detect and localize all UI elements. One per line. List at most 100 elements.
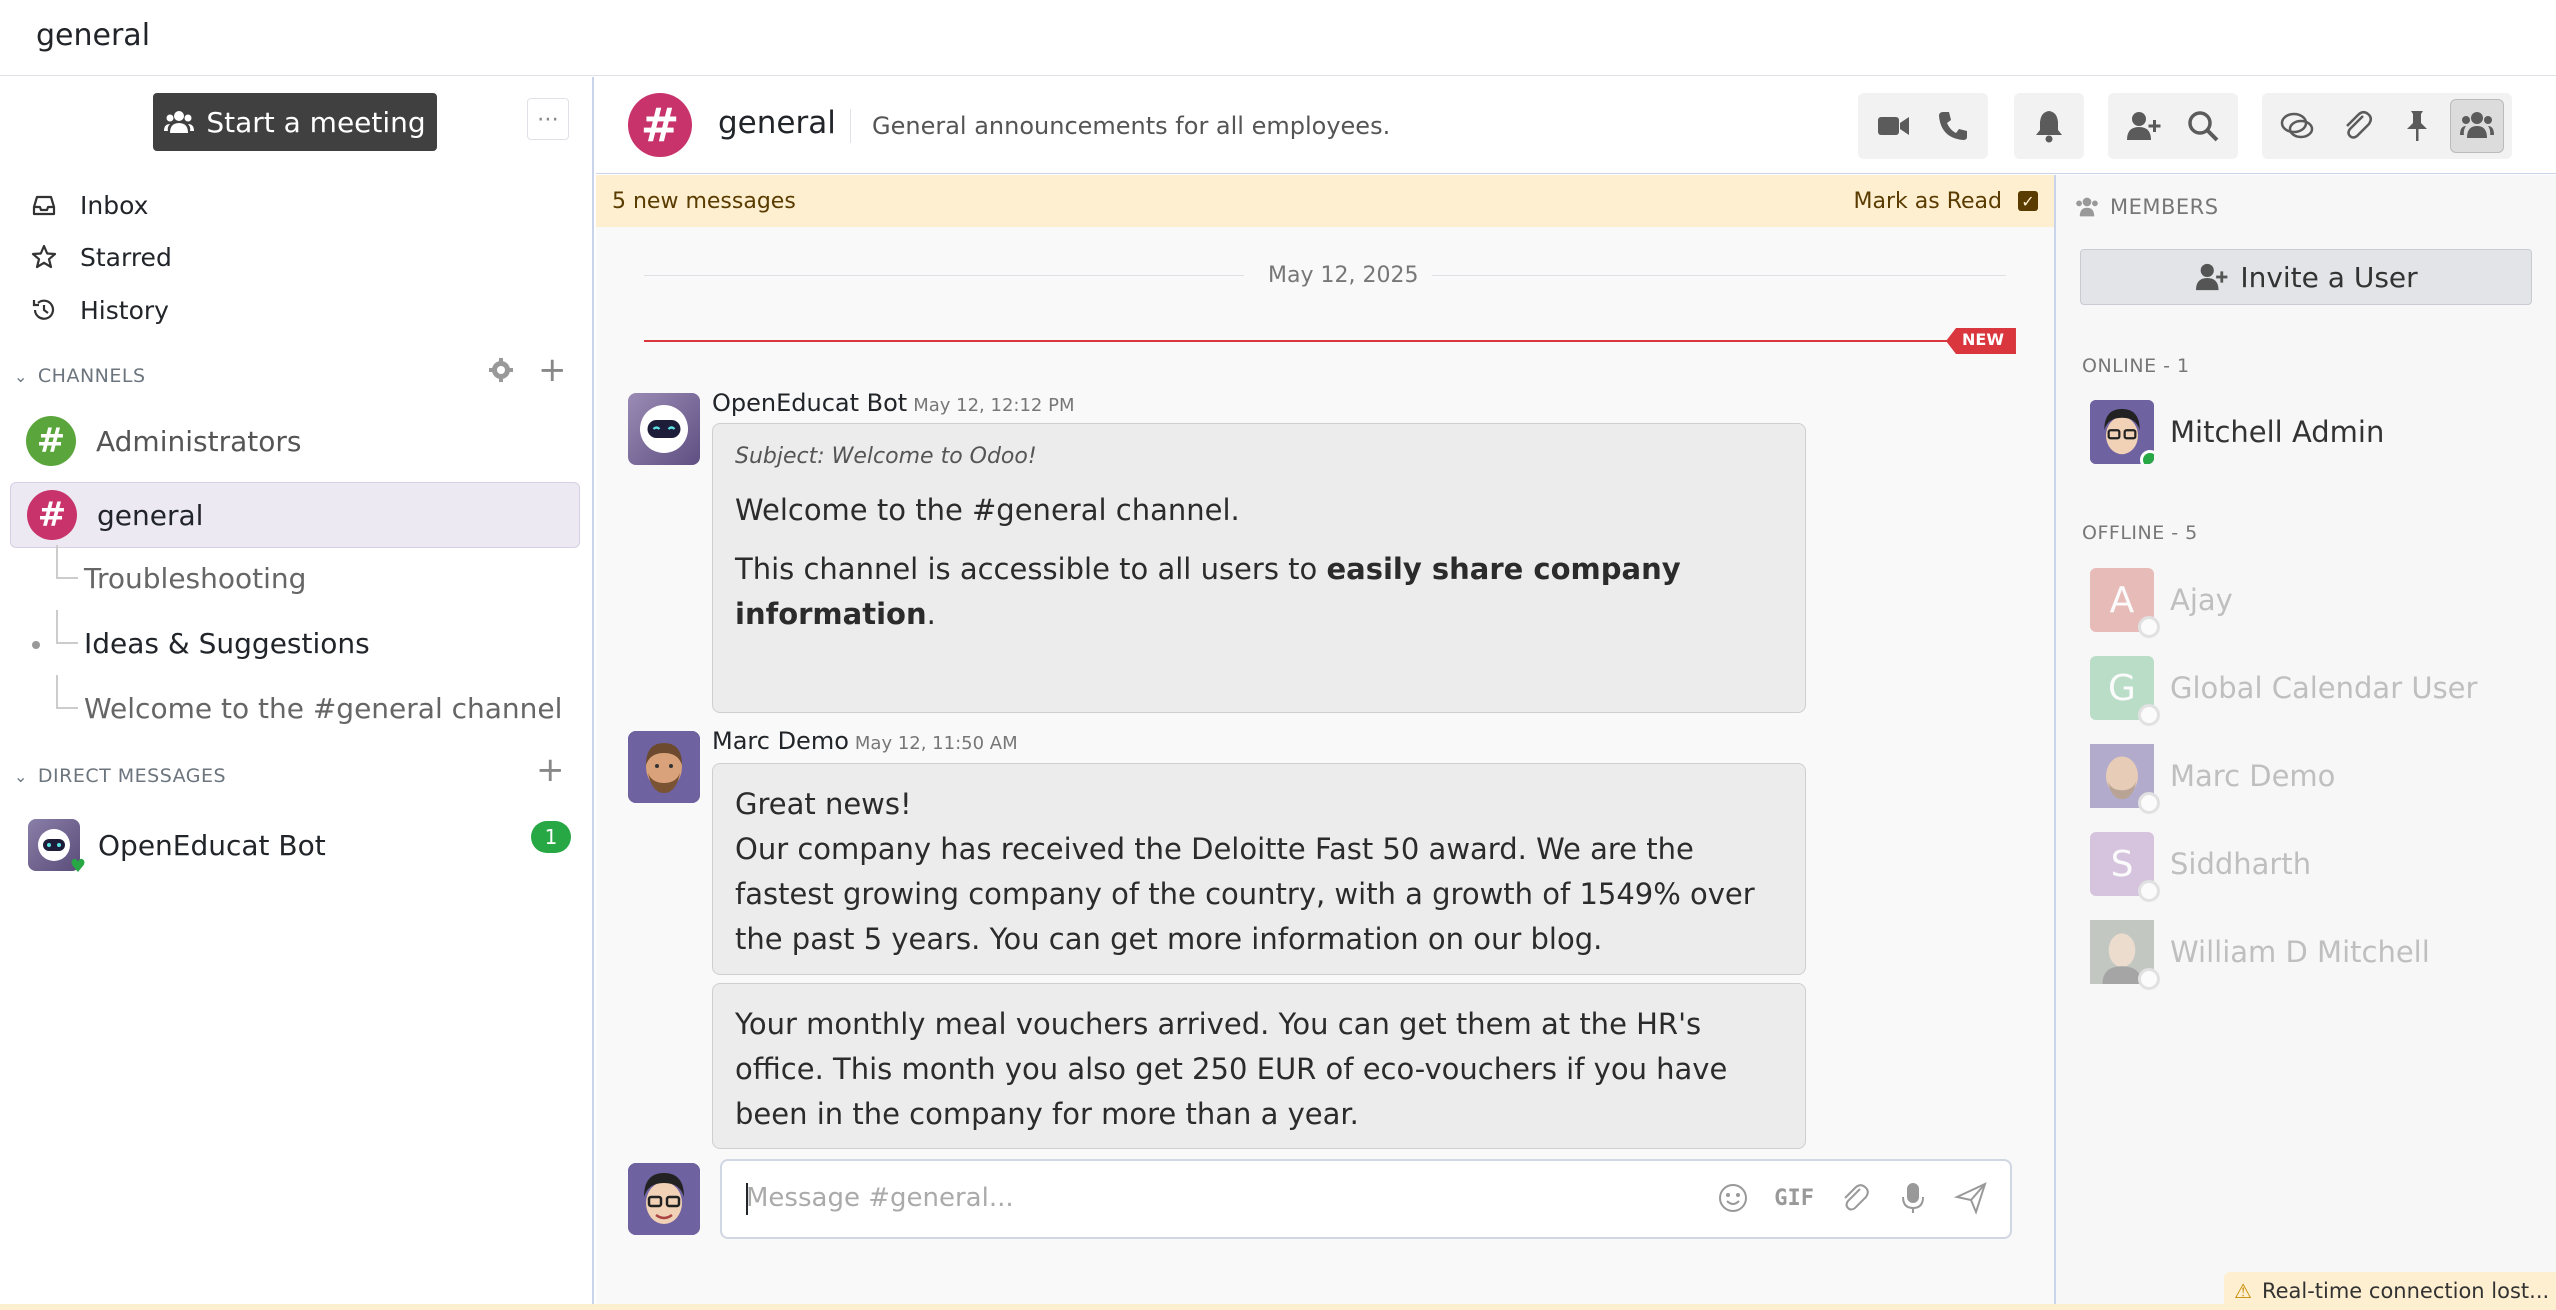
channels-section-toggle[interactable]: ⌄ CHANNELS — [14, 361, 146, 391]
message-bubble[interactable]: Great news! Our company has received the… — [712, 763, 1806, 975]
invite-user-button[interactable]: Invite a User — [2080, 249, 2532, 305]
subthread-welcome[interactable]: Welcome to the #general channel — [56, 675, 563, 733]
offline-status-icon — [2138, 968, 2160, 990]
search-messages-button[interactable] — [2176, 99, 2230, 153]
users-icon — [164, 111, 195, 133]
member-global-calendar-user[interactable]: G Global Calendar User — [2090, 655, 2478, 726]
member-marc-demo[interactable]: Marc Demo — [2090, 743, 2336, 814]
emoji-icon[interactable] — [1716, 1181, 1750, 1215]
view-toolbar — [2262, 93, 2512, 159]
author-name[interactable]: OpenEducat Bot — [712, 389, 907, 417]
video-call-button[interactable] — [1866, 99, 1920, 153]
dm-openeducat-bot[interactable]: ♥ OpenEducat Bot — [28, 817, 326, 877]
notification-settings-button[interactable] — [2022, 99, 2076, 153]
avatar[interactable] — [628, 731, 700, 803]
start-meeting-button[interactable]: Start a meeting — [153, 93, 437, 151]
mark-as-read-button[interactable]: Mark as Read ✓ — [1854, 189, 2038, 214]
chevron-down-icon: ⌄ — [14, 766, 28, 786]
members-panel-button[interactable] — [2450, 99, 2504, 153]
microphone-icon[interactable] — [1896, 1181, 1930, 1215]
composer-placeholder[interactable]: Message #general... — [746, 1183, 1014, 1213]
phone-icon — [1939, 112, 1967, 140]
subthread-label: Ideas & Suggestions — [84, 626, 370, 660]
unread-dot — [32, 641, 40, 649]
robot-icon — [38, 829, 70, 861]
inbox-icon — [32, 195, 56, 216]
avatar — [2090, 920, 2160, 990]
attachments-button[interactable] — [2330, 99, 2384, 153]
sidebar-item-inbox[interactable]: Inbox — [30, 183, 148, 227]
pinned-messages-button[interactable] — [2390, 99, 2444, 153]
channel-hash-icon: # — [27, 490, 77, 540]
paperclip-icon[interactable] — [1838, 1181, 1872, 1215]
offline-status-icon — [2138, 704, 2160, 726]
avatar: ♥ — [28, 819, 86, 877]
channel-description[interactable]: General announcements for all employees. — [872, 112, 1390, 140]
message-composer[interactable]: Message #general... GIF — [720, 1159, 2012, 1239]
member-mitchell-admin[interactable]: Mitchell Admin — [2090, 399, 2384, 465]
avatar — [2090, 400, 2154, 464]
top-bar: general — [0, 0, 2556, 76]
author-name[interactable]: Marc Demo — [712, 727, 849, 755]
message-text: Your monthly meal vouchers arrived. You … — [735, 1007, 1728, 1131]
offline-status-icon — [2138, 880, 2160, 902]
avatar[interactable] — [628, 393, 700, 465]
member-william-d-mitchell[interactable]: William D Mitchell — [2090, 919, 2430, 990]
gif-button[interactable]: GIF — [1774, 1186, 1814, 1211]
channel-hash-icon: # — [26, 416, 76, 466]
gear-icon[interactable] — [488, 357, 514, 383]
message-bubble[interactable]: Subject: Welcome to Odoo! Welcome to the… — [712, 423, 1806, 713]
sidebar: Start a meeting ⋯ Inbox Starred History … — [0, 77, 594, 1310]
dm-section-toggle[interactable]: ⌄ DIRECT MESSAGES — [14, 761, 226, 791]
invite-user-label: Invite a User — [2240, 260, 2418, 294]
message-bubble[interactable]: Your monthly meal vouchers arrived. You … — [712, 983, 1806, 1149]
offline-group-label: OFFLINE - 5 — [2082, 522, 2198, 544]
message-author: OpenEducat Bot May 12, 12:12 PM — [712, 389, 1074, 417]
member-ajay[interactable]: A Ajay — [2090, 567, 2233, 638]
ellipsis-icon: ⋯ — [537, 106, 559, 132]
member-name: Global Calendar User — [2170, 671, 2478, 705]
add-dm-icon[interactable]: + — [536, 753, 565, 787]
channel-general[interactable]: # general — [10, 482, 580, 548]
member-name: Marc Demo — [2170, 759, 2336, 793]
more-options-button[interactable]: ⋯ — [527, 98, 569, 140]
voice-call-button[interactable] — [1926, 99, 1980, 153]
sidebar-item-label: Starred — [80, 242, 172, 272]
subthread-label: Welcome to the #general channel — [84, 691, 563, 725]
online-status-icon — [2140, 450, 2154, 464]
message-text: Great news! — [735, 787, 912, 821]
date-separator: May 12, 2025 — [644, 263, 2006, 288]
channel-label: general — [97, 498, 204, 532]
subthread-ideas[interactable]: Ideas & Suggestions — [56, 610, 370, 668]
add-channel-icon[interactable]: + — [538, 353, 567, 387]
sidebar-item-label: History — [80, 295, 169, 325]
sidebar-item-starred[interactable]: Starred — [30, 235, 172, 279]
avatar — [2090, 744, 2160, 814]
dm-label: OpenEducat Bot — [98, 828, 326, 862]
bell-icon — [2036, 111, 2062, 143]
message-author: Marc Demo May 12, 11:50 AM — [712, 727, 1018, 755]
mark-as-read-label: Mark as Read — [1853, 188, 2002, 214]
online-group-label: ONLINE - 1 — [2082, 355, 2190, 377]
user-plus-icon — [2127, 112, 2161, 140]
new-tag: NEW — [1946, 328, 2016, 354]
chevron-down-icon: ⌄ — [14, 366, 28, 386]
sidebar-item-history[interactable]: History — [30, 288, 169, 332]
subthread-troubleshooting[interactable]: Troubleshooting — [56, 545, 307, 603]
add-users-button[interactable] — [2116, 99, 2170, 153]
subthread-label: Troubleshooting — [84, 561, 307, 595]
threads-button[interactable] — [2270, 99, 2324, 153]
message-thread[interactable]: May 12, 2025 NEW OpenEducat Bot May 12, 1… — [596, 227, 2054, 1310]
channel-administrators[interactable]: # Administrators — [10, 408, 580, 474]
video-camera-icon — [1878, 117, 1909, 135]
offline-status-icon — [2138, 616, 2160, 638]
thread-branch — [56, 675, 78, 709]
new-messages-count: 5 new messages — [612, 188, 796, 214]
member-siddharth[interactable]: S Siddharth — [2090, 831, 2311, 902]
avatar: G — [2090, 656, 2160, 726]
check-icon: ✓ — [2018, 191, 2038, 211]
send-icon[interactable] — [1954, 1181, 1988, 1215]
member-toolbar — [2108, 93, 2238, 159]
thread-branch — [56, 610, 78, 644]
channel-name[interactable]: general — [718, 105, 836, 141]
